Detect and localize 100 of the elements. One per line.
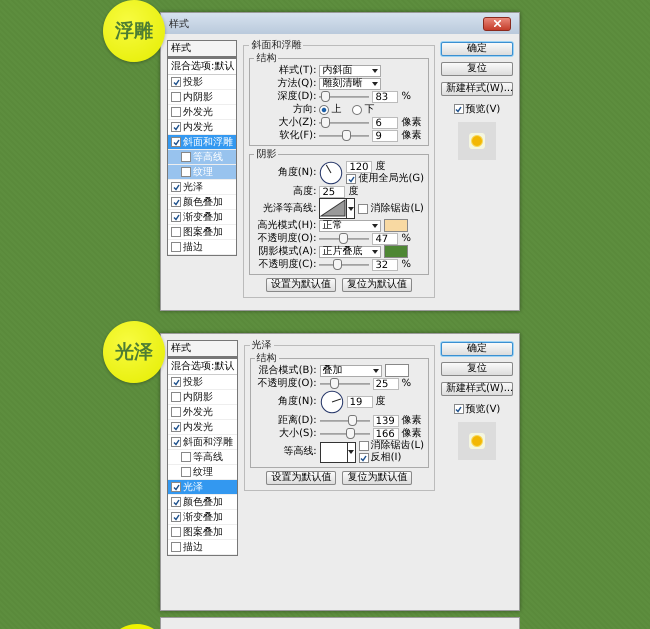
slider-thumb[interactable] xyxy=(338,233,348,244)
number-field[interactable]: 6 xyxy=(372,116,398,128)
checkbox[interactable] xyxy=(171,212,181,222)
contour-picker[interactable] xyxy=(319,198,356,219)
number-field[interactable]: 139 xyxy=(372,414,399,426)
checkbox[interactable] xyxy=(171,137,181,147)
checkbox[interactable] xyxy=(171,182,181,192)
checkbox[interactable] xyxy=(171,122,181,132)
checkbox[interactable] xyxy=(181,167,191,177)
radio-button[interactable] xyxy=(319,104,330,114)
style-list-item[interactable]: 内阴影 xyxy=(168,90,236,105)
dropdown[interactable]: 正片叠底 xyxy=(319,246,382,258)
checkbox[interactable] xyxy=(171,497,181,507)
color-swatch[interactable] xyxy=(384,219,408,232)
style-list-item[interactable]: 描边 xyxy=(168,540,237,555)
style-list-item[interactable]: 渐变叠加 xyxy=(168,510,237,525)
checkbox[interactable] xyxy=(171,242,181,252)
style-list-item[interactable]: 投影 xyxy=(168,375,237,390)
checkbox[interactable] xyxy=(171,512,181,522)
checkbox[interactable] xyxy=(171,77,181,87)
dialog-button[interactable]: 新建样式(W)... xyxy=(441,82,513,96)
color-swatch[interactable] xyxy=(384,364,409,377)
checkbox[interactable] xyxy=(171,437,181,447)
style-list-item[interactable]: 颜色叠加 xyxy=(168,195,236,210)
slider-track[interactable] xyxy=(319,91,370,102)
checkbox[interactable] xyxy=(181,152,191,162)
number-field[interactable]: 83 xyxy=(372,90,398,102)
checkbox[interactable] xyxy=(346,174,356,184)
slider-thumb[interactable] xyxy=(342,130,351,141)
checkbox[interactable] xyxy=(171,377,181,387)
dropdown[interactable]: 叠加 xyxy=(320,364,382,376)
checkbox[interactable] xyxy=(171,407,181,417)
slider-track[interactable] xyxy=(319,233,370,244)
checkbox-label[interactable]: 反相(I) xyxy=(358,452,424,464)
checkbox[interactable] xyxy=(171,542,181,552)
dialog-button[interactable]: 确定 xyxy=(441,342,513,356)
dropdown[interactable]: 内斜面 xyxy=(319,64,382,76)
checkbox[interactable] xyxy=(171,197,181,207)
checkbox[interactable] xyxy=(454,404,464,414)
checkbox[interactable] xyxy=(181,467,191,477)
list-header[interactable]: 样式 xyxy=(168,341,237,359)
slider-thumb[interactable] xyxy=(330,378,339,389)
radio-button[interactable] xyxy=(352,104,362,114)
style-list-item[interactable]: 纹理 xyxy=(168,465,237,480)
radio-option[interactable]: 下 xyxy=(352,104,374,116)
style-list-item[interactable]: 光泽 xyxy=(168,180,236,195)
number-field[interactable]: 32 xyxy=(372,258,398,270)
dropdown[interactable]: 雕刻清晰 xyxy=(319,78,382,90)
slider-thumb[interactable] xyxy=(346,428,356,439)
number-field[interactable]: 120 xyxy=(346,160,372,172)
style-list-item[interactable]: 外发光 xyxy=(168,405,237,420)
preview-checkbox[interactable]: 预览(V) xyxy=(454,102,500,116)
checkbox[interactable] xyxy=(358,204,368,214)
number-field[interactable]: 25 xyxy=(372,378,399,390)
radio-option[interactable]: 上 xyxy=(319,104,342,116)
dialog-button[interactable]: 复位 xyxy=(441,362,513,376)
slider-thumb[interactable] xyxy=(348,415,358,426)
checkbox[interactable] xyxy=(171,482,181,492)
dropdown[interactable]: 正常 xyxy=(319,220,382,232)
checkbox[interactable] xyxy=(171,392,181,402)
close-button[interactable] xyxy=(483,16,511,30)
dialog-button[interactable]: 复位 xyxy=(441,62,513,76)
style-list-item[interactable]: 内发光 xyxy=(168,420,237,435)
number-field[interactable]: 9 xyxy=(372,130,398,142)
checkbox[interactable] xyxy=(358,453,369,463)
style-list-item[interactable]: 图案叠加 xyxy=(168,525,237,540)
slider-thumb[interactable] xyxy=(320,117,330,128)
style-list-item[interactable]: 描边 xyxy=(168,240,236,255)
checkbox[interactable] xyxy=(181,452,191,462)
number-field[interactable]: 166 xyxy=(372,428,399,440)
style-list-item[interactable]: 斜面和浮雕 xyxy=(168,435,237,450)
default-button[interactable]: 设置为默认值 xyxy=(266,471,336,485)
style-list-item[interactable]: 颜色叠加 xyxy=(168,495,237,510)
checkbox-label[interactable]: 使用全局光(G) xyxy=(346,173,424,185)
checkbox[interactable] xyxy=(171,107,181,117)
angle-dial[interactable] xyxy=(320,390,344,414)
default-button[interactable]: 复位为默认值 xyxy=(342,471,412,485)
number-field[interactable]: 19 xyxy=(346,396,373,408)
style-list-item[interactable]: 内发光 xyxy=(168,120,236,135)
preview-checkbox[interactable]: 预览(V) xyxy=(454,402,500,416)
checkbox-label[interactable]: 消除锯齿(L) xyxy=(358,202,424,214)
slider-thumb[interactable] xyxy=(332,259,342,270)
checkbox-label[interactable]: 消除锯齿(L) xyxy=(358,440,424,452)
checkbox[interactable] xyxy=(454,104,464,114)
slider-thumb[interactable] xyxy=(321,91,330,102)
checkbox[interactable] xyxy=(171,527,181,537)
default-button[interactable]: 设置为默认值 xyxy=(266,278,336,292)
list-header[interactable]: 样式 xyxy=(168,41,236,59)
contour-picker[interactable] xyxy=(320,442,356,462)
checkbox[interactable] xyxy=(171,92,181,102)
checkbox[interactable] xyxy=(358,441,369,451)
style-list-item[interactable]: 等高线 xyxy=(168,450,237,465)
style-list-item[interactable]: 内阴影 xyxy=(168,390,237,405)
number-field[interactable]: 25 xyxy=(319,186,346,198)
style-list-item[interactable]: 投影 xyxy=(168,75,236,90)
color-swatch[interactable] xyxy=(384,245,408,258)
dialog-button[interactable]: 新建样式(W)... xyxy=(441,382,513,396)
checkbox[interactable] xyxy=(171,227,181,237)
style-list-item[interactable]: 图案叠加 xyxy=(168,225,236,240)
default-button[interactable]: 复位为默认值 xyxy=(342,278,412,292)
